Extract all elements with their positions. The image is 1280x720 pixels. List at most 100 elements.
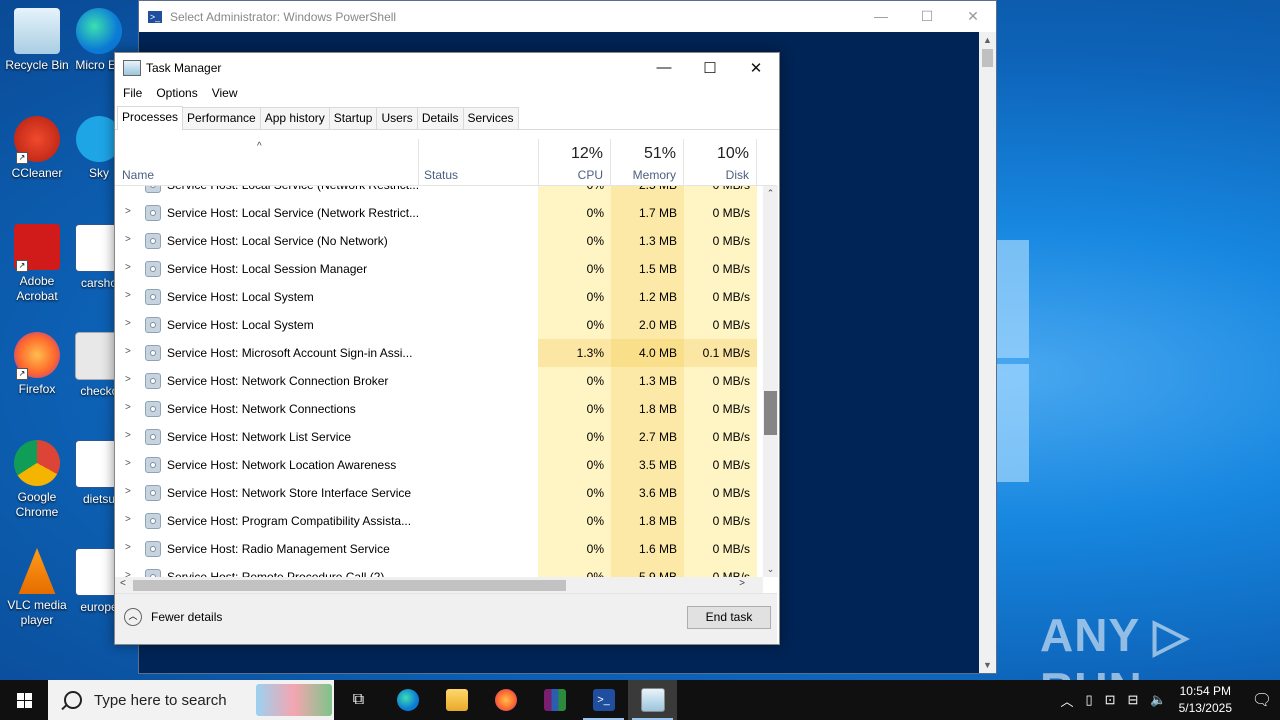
tab-startup[interactable]: Startup: [328, 107, 378, 129]
desktop-icon-adobe-acrobat[interactable]: ↗ Adobe Acrobat: [0, 224, 74, 304]
service-gear-icon: [145, 429, 161, 445]
desktop-icon-vlc[interactable]: VLC media player: [0, 548, 74, 628]
vertical-scrollbar[interactable]: ⌃ ⌄: [763, 186, 778, 577]
scroll-up-icon[interactable]: ▲: [979, 35, 996, 45]
task-view-button[interactable]: ⧉: [334, 680, 383, 720]
expand-chevron-icon[interactable]: >: [125, 374, 131, 385]
column-header-cpu[interactable]: 12% CPU: [538, 139, 611, 185]
taskbar-task-manager[interactable]: [628, 680, 677, 720]
table-row[interactable]: > Service Host: Local Service (No Network…: [115, 227, 760, 255]
powershell-scrollbar[interactable]: ▲ ▼: [979, 32, 996, 673]
table-row[interactable]: > Service Host: Local Service (Network Re…: [115, 199, 760, 227]
expand-chevron-icon[interactable]: >: [125, 486, 131, 497]
menu-file[interactable]: File: [123, 86, 142, 100]
menu-options[interactable]: Options: [156, 86, 197, 100]
notification-icon[interactable]: 🗨: [1244, 690, 1280, 710]
taskbar-file-explorer[interactable]: [432, 680, 481, 720]
table-row[interactable]: > Service Host: Local Session Manager 0% 1.…: [115, 255, 760, 283]
desktop-icon-firefox[interactable]: ↗ Firefox: [0, 332, 74, 397]
taskbar-edge[interactable]: [383, 680, 432, 720]
tab-app-history[interactable]: App history: [259, 107, 330, 129]
process-list[interactable]: > Service Host: Local Service (Network Re…: [115, 186, 760, 577]
expand-chevron-icon[interactable]: >: [125, 186, 131, 189]
expand-chevron-icon[interactable]: >: [125, 430, 131, 441]
expand-chevron-icon[interactable]: >: [125, 402, 131, 413]
table-row[interactable]: > Service Host: Network Connections 0% 1.8 …: [115, 395, 760, 423]
tab-details[interactable]: Details: [416, 107, 464, 129]
minimize-button[interactable]: —: [858, 8, 904, 25]
chevron-up-icon: ︿: [124, 608, 142, 626]
column-header-disk[interactable]: 10% Disk: [684, 139, 757, 185]
expand-chevron-icon[interactable]: >: [125, 514, 131, 525]
expand-chevron-icon[interactable]: >: [125, 458, 131, 469]
table-row[interactable]: > Service Host: Program Compatibility Ass…: [115, 507, 760, 535]
cpu-cell: 1.3%: [538, 339, 611, 367]
table-row[interactable]: > Service Host: Local System 0% 1.2 MB 0 MB/…: [115, 283, 760, 311]
task-manager-window[interactable]: Task Manager — ☐ ✕ File Options View Pro…: [114, 52, 780, 645]
clock[interactable]: 10:54 PM 5/13/2025: [1179, 683, 1232, 717]
chrome-icon: [14, 440, 60, 486]
task-manager-titlebar[interactable]: Task Manager — ☐ ✕: [115, 53, 779, 83]
column-header-status[interactable]: Status: [418, 139, 539, 185]
scroll-left-icon[interactable]: <: [120, 578, 126, 589]
table-row[interactable]: > Service Host: Local System 0% 2.0 MB 0 MB/…: [115, 311, 760, 339]
fewer-details-button[interactable]: ︿ Fewer details: [124, 608, 222, 626]
close-button[interactable]: ✕: [950, 8, 996, 25]
scrollbar-thumb[interactable]: [982, 49, 993, 67]
scroll-right-icon[interactable]: >: [739, 578, 745, 589]
table-row[interactable]: > Service Host: Network Location Awarenes…: [115, 451, 760, 479]
search-placeholder: Type here to search: [94, 691, 227, 709]
tab-processes[interactable]: Processes: [117, 106, 184, 130]
search-box[interactable]: Type here to search: [48, 680, 334, 720]
column-header-memory[interactable]: 51% Memory: [611, 139, 684, 185]
tablet-icon[interactable]: ▯: [1085, 692, 1092, 708]
expand-chevron-icon[interactable]: >: [125, 346, 131, 357]
tab-performance[interactable]: Performance: [182, 107, 261, 129]
expand-chevron-icon[interactable]: >: [125, 262, 131, 273]
service-gear-icon: [145, 261, 161, 277]
scroll-down-icon[interactable]: ⌄: [763, 564, 778, 575]
table-row[interactable]: > Service Host: Network Store Interface S…: [115, 479, 760, 507]
volume-icon[interactable]: 🔈: [1150, 692, 1166, 708]
end-task-button[interactable]: End task: [687, 606, 771, 629]
horizontal-scrollbar[interactable]: < >: [115, 577, 763, 593]
minimize-button[interactable]: —: [641, 59, 687, 77]
desktop-icon-recycle-bin[interactable]: Recycle Bin: [0, 8, 74, 73]
taskbar-firefox[interactable]: [481, 680, 530, 720]
cpu-cell: 0%: [538, 255, 611, 283]
meet-now-icon[interactable]: ⊡: [1105, 692, 1116, 708]
taskbar-powershell[interactable]: >_: [579, 680, 628, 720]
scroll-down-icon[interactable]: ▼: [979, 660, 996, 670]
table-row[interactable]: > Service Host: Radio Management Service 0…: [115, 535, 760, 563]
maximize-button[interactable]: ☐: [904, 8, 950, 25]
scrollbar-thumb[interactable]: [764, 391, 777, 435]
table-row[interactable]: > Service Host: Network Connection Broker…: [115, 367, 760, 395]
start-button[interactable]: [0, 680, 48, 720]
desktop-icon-ccleaner[interactable]: ↗ CCleaner: [0, 116, 74, 181]
table-row[interactable]: > Service Host: Network List Service 0% 2.7…: [115, 423, 760, 451]
maximize-button[interactable]: ☐: [687, 59, 733, 77]
powershell-titlebar[interactable]: >_ Select Administrator: Windows PowerSh…: [139, 1, 996, 32]
expand-chevron-icon[interactable]: >: [125, 570, 131, 577]
scrollbar-thumb[interactable]: [133, 580, 566, 591]
expand-chevron-icon[interactable]: >: [125, 542, 131, 553]
tab-users[interactable]: Users: [376, 107, 418, 129]
expand-chevron-icon[interactable]: >: [125, 290, 131, 301]
desktop-icon-chrome[interactable]: Google Chrome: [0, 440, 74, 520]
column-header-name[interactable]: ^ Name: [115, 139, 419, 185]
footer-bar: ︿ Fewer details End task: [115, 593, 777, 644]
expand-chevron-icon[interactable]: >: [125, 206, 131, 217]
expand-chevron-icon[interactable]: >: [125, 234, 131, 245]
table-row[interactable]: > Service Host: Local Service (Network Re…: [115, 186, 760, 199]
table-row[interactable]: > Service Host: Remote Procedure Call (2)…: [115, 563, 760, 577]
taskbar-winrar[interactable]: [530, 680, 579, 720]
expand-chevron-icon[interactable]: >: [125, 318, 131, 329]
table-row[interactable]: > Service Host: Microsoft Account Sign-in…: [115, 339, 760, 367]
network-icon[interactable]: ⊟: [1128, 692, 1139, 708]
scroll-up-icon[interactable]: ⌃: [763, 188, 778, 199]
recycle-bin-icon: [14, 8, 60, 54]
close-button[interactable]: ✕: [733, 59, 779, 77]
chevron-up-icon[interactable]: ︿: [1060, 691, 1073, 710]
tab-services[interactable]: Services: [462, 107, 519, 129]
menu-view[interactable]: View: [212, 86, 238, 100]
